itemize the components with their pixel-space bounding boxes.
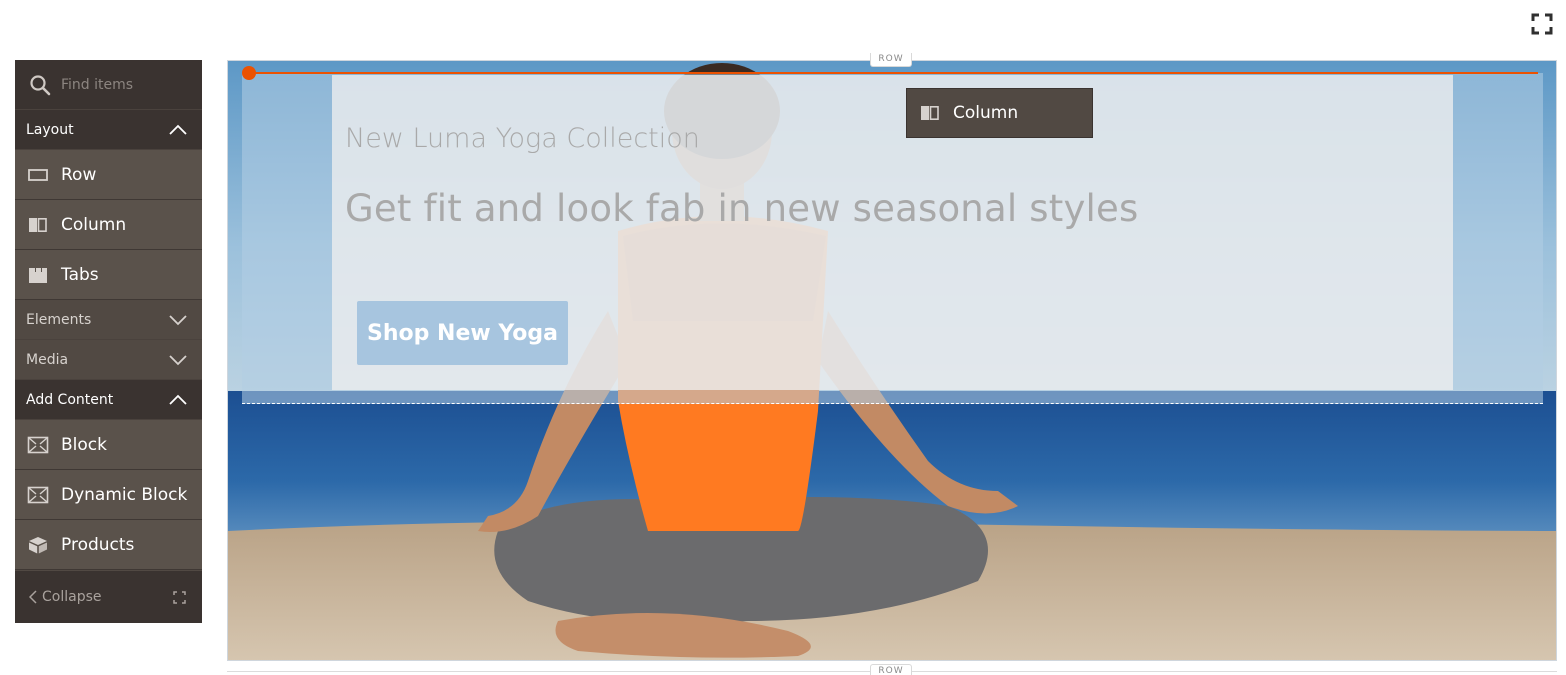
group-elements-header[interactable]: Elements xyxy=(15,300,202,340)
group-label: Layout xyxy=(26,121,74,138)
banner-content-overlay: New Luma Yoga Collection Get fit and loo… xyxy=(332,75,1453,390)
page-builder-panel: Find items Layout Row Column Tabs Elemen… xyxy=(15,60,202,623)
panel-item-label: Products xyxy=(61,534,135,555)
group-media-header[interactable]: Media xyxy=(15,340,202,380)
group-layout-header[interactable]: Layout xyxy=(15,110,202,150)
panel-item-label: Column xyxy=(61,214,127,235)
panel-item-block[interactable]: Block xyxy=(15,420,202,470)
panel-item-dynamic-block[interactable]: Dynamic Block xyxy=(15,470,202,520)
dragged-column-item[interactable]: Column xyxy=(906,88,1093,138)
shop-new-yoga-button[interactable]: Shop New Yoga xyxy=(357,301,568,365)
panel-item-label: Block xyxy=(61,434,107,455)
group-label: Elements xyxy=(26,311,92,328)
panel-item-tabs[interactable]: Tabs xyxy=(15,250,202,300)
chevron-left-icon xyxy=(29,590,37,604)
tabs-icon xyxy=(29,267,47,283)
panel-item-label: Tabs xyxy=(61,264,99,285)
collapse-button[interactable]: Collapse xyxy=(29,589,102,605)
dragged-item-label: Column xyxy=(953,103,1019,123)
row-icon xyxy=(28,168,48,181)
block-icon xyxy=(27,436,49,453)
collapse-label: Collapse xyxy=(42,589,102,605)
panel-item-products[interactable]: Products xyxy=(15,520,202,570)
group-label: Add Content xyxy=(26,391,114,408)
chevron-down-icon xyxy=(169,314,187,325)
panel-item-label: Dynamic Block xyxy=(61,484,188,505)
row-label-bottom[interactable]: ROW xyxy=(870,664,912,675)
group-label: Media xyxy=(26,351,69,368)
column-icon xyxy=(29,217,47,232)
chevron-down-icon xyxy=(169,354,187,365)
products-icon xyxy=(29,536,47,553)
search-icon xyxy=(30,74,51,95)
fullscreen-icon[interactable] xyxy=(173,590,186,604)
fullscreen-icon[interactable] xyxy=(1531,13,1553,35)
panel-item-label: Row xyxy=(61,164,97,185)
panel-footer: Collapse xyxy=(15,571,202,623)
panel-item-row[interactable]: Row xyxy=(15,150,202,200)
stage-row: New Luma Yoga Collection Get fit and loo… xyxy=(227,60,1557,661)
group-add-content-header[interactable]: Add Content xyxy=(15,380,202,420)
search-bar[interactable]: Find items xyxy=(15,60,202,110)
drop-indicator-dot xyxy=(242,66,256,80)
drop-indicator-line xyxy=(248,72,1538,74)
banner-title: Get fit and look fab in new seasonal sty… xyxy=(345,187,1139,230)
row-label-top[interactable]: ROW xyxy=(870,53,912,67)
column-icon xyxy=(921,105,939,120)
panel-item-column[interactable]: Column xyxy=(15,200,202,250)
dynamic-block-icon xyxy=(27,486,49,503)
banner-subtitle: New Luma Yoga Collection xyxy=(345,123,700,154)
search-input[interactable]: Find items xyxy=(61,77,133,93)
chevron-up-icon xyxy=(169,124,187,135)
chevron-up-icon xyxy=(169,394,187,405)
